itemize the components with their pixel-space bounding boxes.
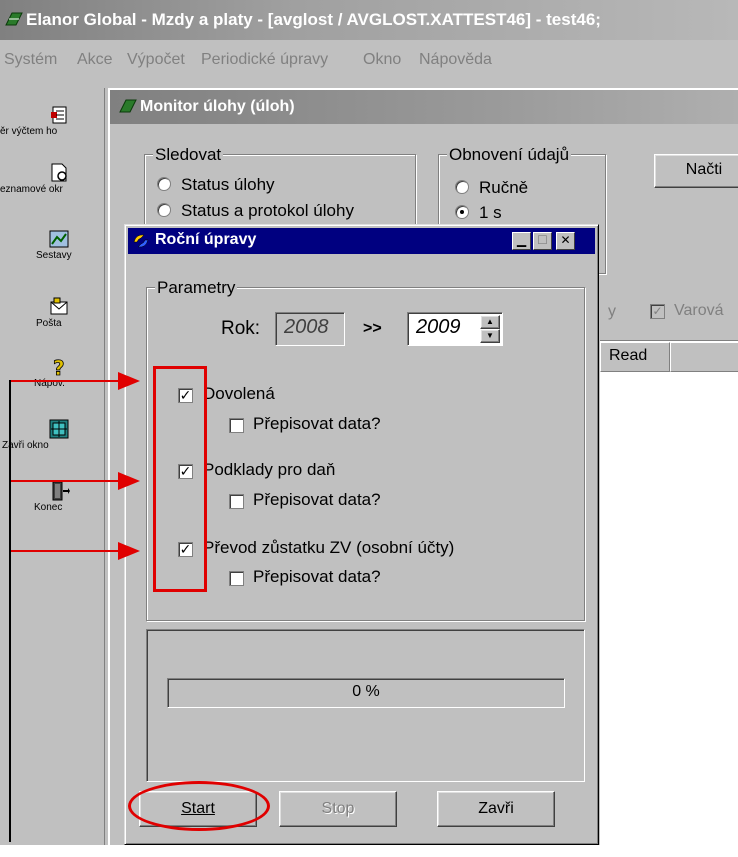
year-label: Rok: — [221, 318, 261, 339]
close-button[interactable]: ✕ — [556, 232, 575, 250]
progress-text: 0 % — [352, 683, 380, 700]
column-header-empty[interactable] — [670, 342, 738, 372]
mail-icon — [50, 297, 68, 315]
list-icon — [51, 106, 67, 124]
checkbox-label: Přepisovat data? — [253, 414, 381, 433]
radio-label: 1 s — [479, 203, 502, 222]
radio-label: Status a protokol úlohy — [181, 201, 354, 220]
toolbar-label: Sestavy — [36, 250, 72, 261]
checkbox-label: Dovolená — [203, 384, 275, 403]
toolbar-label: eznamové okr — [0, 184, 63, 195]
radio-label: Status úlohy — [181, 175, 275, 194]
progress-bar: 0 % — [167, 678, 565, 708]
checkbox-label: Převod zůstatku ZV (osobní účty) — [203, 538, 455, 557]
checkbox-label: Přepisovat data? — [253, 490, 381, 509]
year-from-field: 2008 — [275, 312, 345, 346]
warning-label: Varová — [674, 302, 724, 319]
warning-checkbox[interactable]: ✓ — [650, 304, 665, 319]
stop-button-label: Stop — [321, 800, 355, 817]
monitor-title: Monitor úlohy (úloh) — [140, 98, 295, 115]
radio-label: Ručně — [479, 178, 529, 197]
toolbar-item-help[interactable]: ? Nápov. — [0, 356, 105, 389]
toolbar-item-mail[interactable]: Pošta — [0, 296, 105, 329]
toolbar-label: Zavři okno — [2, 440, 49, 451]
menubar: Systém Akce Výpočet Periodické úpravy Ok… — [0, 40, 738, 78]
menu-periodicke-upravy[interactable]: Periodické úpravy — [201, 51, 328, 69]
pointer-arrow-2 — [11, 480, 125, 482]
column-header-read[interactable]: Read — [600, 342, 670, 372]
svg-text:?: ? — [53, 356, 65, 378]
radio-1s[interactable] — [455, 205, 469, 219]
progress-panel: 0 % — [146, 629, 585, 782]
load-button-label: Načti — [685, 161, 723, 178]
monitor-titlebar: Monitor úlohy (úloh) — [110, 90, 738, 124]
parameters-legend: Parametry — [155, 278, 238, 298]
radio-rucne[interactable] — [455, 180, 469, 194]
menu-okno[interactable]: Okno — [363, 51, 401, 69]
toolbar-label: Konec — [34, 502, 63, 513]
toolbar-item-document[interactable]: eznamové okr — [0, 162, 105, 195]
year-from-value: 2008 — [284, 316, 329, 338]
load-button[interactable]: Načti — [654, 154, 738, 188]
year-to-value: 2009 — [416, 316, 461, 338]
toolbar-label: Pošta — [36, 318, 62, 329]
app-icon — [5, 12, 23, 26]
arrowhead-icon — [118, 472, 140, 490]
start-button-highlight — [128, 781, 270, 831]
dialog-titlebar: Roční úpravy ▁ ☐ ✕ — [128, 228, 595, 254]
maximize-button[interactable]: ☐ — [533, 232, 552, 250]
app-icon — [119, 99, 137, 113]
document-icon — [51, 163, 67, 182]
pointer-line — [9, 380, 11, 842]
column-header-label: Read — [609, 347, 648, 364]
task-list[interactable] — [600, 340, 738, 845]
menu-system[interactable]: Systém — [4, 51, 57, 69]
pointer-arrow-1 — [11, 380, 125, 382]
radio-status-protokol[interactable] — [157, 203, 171, 217]
checkbox-overwrite-dovolena[interactable] — [229, 418, 244, 433]
sledovat-legend: Sledovat — [153, 145, 224, 165]
menu-napoveda[interactable]: Nápověda — [419, 51, 492, 69]
stop-button[interactable]: Stop — [279, 791, 397, 827]
checkbox-label: Přepisovat data? — [253, 567, 381, 586]
arrow-label: >> — [363, 320, 382, 337]
toolbar-item-exit[interactable]: Konec — [0, 480, 105, 513]
menu-vypocet[interactable]: Výpočet — [127, 51, 185, 69]
toolbar-item-reports[interactable]: Sestavy — [0, 228, 105, 261]
minimize-button[interactable]: ▁ — [512, 232, 531, 250]
app-title: Elanor Global - Mzdy a platy - [avglost … — [26, 10, 601, 29]
dialog-app-icon — [133, 234, 149, 248]
close-dialog-button-label: Zavři — [478, 800, 514, 817]
toolbar-label: ěr výčtem ho — [0, 126, 58, 137]
close-dialog-button[interactable]: Zavři — [437, 791, 555, 827]
year-spinner[interactable]: ▲ ▼ — [480, 315, 500, 343]
parameters-group: Parametry Rok: 2008 >> 2009 ▲ ▼ ✓ Dovole… — [146, 278, 585, 621]
report-icon — [49, 230, 69, 248]
checkbox-overwrite-prevod[interactable] — [229, 571, 244, 586]
checkbox-overwrite-podklady[interactable] — [229, 494, 244, 509]
help-icon: ? — [53, 356, 65, 378]
obnoveni-legend: Obnovení údajů — [447, 145, 572, 165]
toolbar-item-list[interactable]: ěr výčtem ho — [0, 104, 105, 137]
arrowhead-icon — [118, 372, 140, 390]
left-toolbar: ěr výčtem ho eznamové okr Sestavy Pošta — [0, 88, 105, 845]
dialog-title: Roční úpravy — [155, 231, 257, 248]
pointer-arrow-3 — [11, 550, 125, 552]
checkbox-label: Podklady pro daň — [203, 460, 336, 479]
radio-status-ulohy[interactable] — [157, 177, 171, 191]
partial-label: y — [608, 303, 616, 320]
app-window: Elanor Global - Mzdy a platy - [avglost … — [0, 0, 738, 845]
arrowhead-icon — [118, 542, 140, 560]
menu-akce[interactable]: Akce — [77, 51, 113, 69]
toolbar-item-close-window[interactable]: Zavři okno — [0, 418, 105, 451]
spin-down-button[interactable]: ▼ — [480, 329, 500, 343]
checkbox-highlight-frame — [153, 366, 207, 592]
exit-icon — [52, 481, 70, 501]
app-titlebar: Elanor Global - Mzdy a platy - [avglost … — [0, 0, 738, 40]
close-window-icon — [49, 419, 69, 439]
spin-up-button[interactable]: ▲ — [480, 315, 500, 329]
